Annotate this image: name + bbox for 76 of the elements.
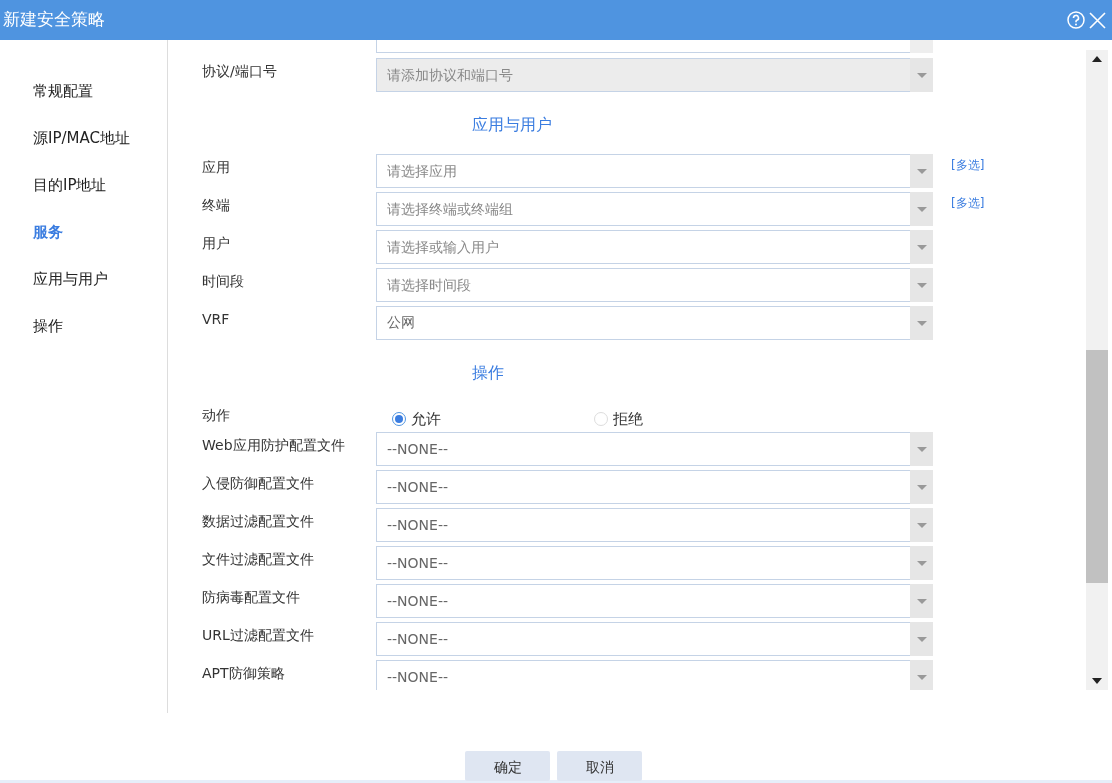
close-button[interactable] (1087, 11, 1108, 29)
multi-select-link[interactable]: [多选] (951, 156, 985, 174)
field-label: URL过滤配置文件 (202, 626, 315, 645)
multi-select-link[interactable]: [多选] (951, 194, 985, 212)
select-field[interactable]: --NONE-- (376, 470, 910, 504)
field-label: 应用 (202, 158, 231, 177)
scroll-down-icon[interactable] (1092, 678, 1102, 684)
input-field[interactable] (376, 40, 910, 53)
section-title: 应用与用户 (472, 114, 552, 136)
caret-icon (916, 282, 927, 288)
caret-icon (916, 484, 927, 490)
dropdown-button[interactable] (910, 508, 933, 542)
caret-icon (916, 636, 927, 642)
caret-icon (916, 320, 927, 326)
caret-icon (916, 244, 927, 250)
dropdown-button[interactable] (910, 154, 933, 188)
sidebar-item[interactable]: 操作 (0, 303, 167, 350)
field-label: 防病毒配置文件 (202, 588, 301, 607)
select-field[interactable]: --NONE-- (376, 622, 910, 656)
select-field[interactable]: 请选择时间段 (376, 268, 910, 302)
field-label: Web应用防护配置文件 (202, 436, 346, 455)
dropdown-button[interactable] (910, 584, 933, 618)
dropdown-button[interactable] (910, 192, 933, 226)
select-field[interactable]: --NONE-- (376, 546, 910, 580)
field-label: 终端 (202, 196, 231, 215)
dropdown-button[interactable] (910, 306, 933, 340)
dropdown-button[interactable] (910, 432, 933, 466)
field-label: 协议/端口号 (202, 62, 278, 81)
sidebar-item[interactable]: 服务 (0, 209, 167, 256)
field-label: 用户 (202, 234, 231, 253)
dialog-button[interactable]: 取消 (557, 751, 642, 781)
sidebar-item[interactable]: 源IP/MAC地址 (0, 115, 167, 162)
sidebar-item[interactable]: 目的IP地址 (0, 162, 167, 209)
field-label: VRF (202, 310, 231, 329)
caret-icon (916, 446, 927, 452)
dropdown-button[interactable] (910, 660, 933, 690)
dropdown-button[interactable] (910, 58, 933, 92)
caret-icon (916, 522, 927, 528)
caret-icon (916, 598, 927, 604)
caret-icon (916, 168, 927, 174)
sidebar-item[interactable]: 应用与用户 (0, 256, 167, 303)
scrollbar[interactable] (1086, 50, 1108, 690)
section-title: 操作 (472, 362, 504, 384)
scroll-up-icon[interactable] (1092, 56, 1102, 62)
caret-icon (916, 674, 927, 680)
radio-option[interactable]: 拒绝 (578, 408, 780, 431)
select-field[interactable]: --NONE-- (376, 660, 910, 690)
field-label: 入侵防御配置文件 (202, 474, 315, 493)
dialog-button[interactable]: 确定 (465, 751, 550, 781)
select-field[interactable]: --NONE-- (376, 584, 910, 618)
dropdown-button[interactable] (910, 546, 933, 580)
dropdown-button[interactable] (910, 470, 933, 504)
radio-option[interactable]: 允许 (376, 408, 578, 431)
field-label: 文件过滤配置文件 (202, 550, 315, 569)
scrollbar-thumb[interactable] (1086, 350, 1108, 583)
caret-icon (916, 206, 927, 212)
field-label: 时间段 (202, 272, 245, 291)
field-label: 数据过滤配置文件 (202, 512, 315, 531)
dropdown-button[interactable] (910, 268, 933, 302)
sidebar-item[interactable]: 常规配置 (0, 68, 167, 115)
field-label: 动作 (202, 406, 231, 425)
field-label: APT防御策略 (202, 664, 286, 683)
caret-icon (916, 72, 927, 78)
close-icon (1089, 11, 1106, 29)
caret-icon (916, 560, 927, 566)
select-field[interactable]: --NONE-- (376, 508, 910, 542)
window-title: 新建安全策略 (3, 8, 106, 32)
select-field[interactable]: 请选择或输入用户 (376, 230, 910, 264)
select-field[interactable]: 请选择应用 (376, 154, 910, 188)
help-icon (1067, 11, 1085, 29)
select-field[interactable]: 公网 (376, 306, 910, 340)
help-button[interactable] (1065, 11, 1087, 29)
select-field[interactable]: 请选择终端或终端组 (376, 192, 910, 226)
dropdown-button[interactable] (910, 622, 933, 656)
select-field[interactable]: --NONE-- (376, 432, 910, 466)
dropdown-button[interactable] (910, 230, 933, 264)
